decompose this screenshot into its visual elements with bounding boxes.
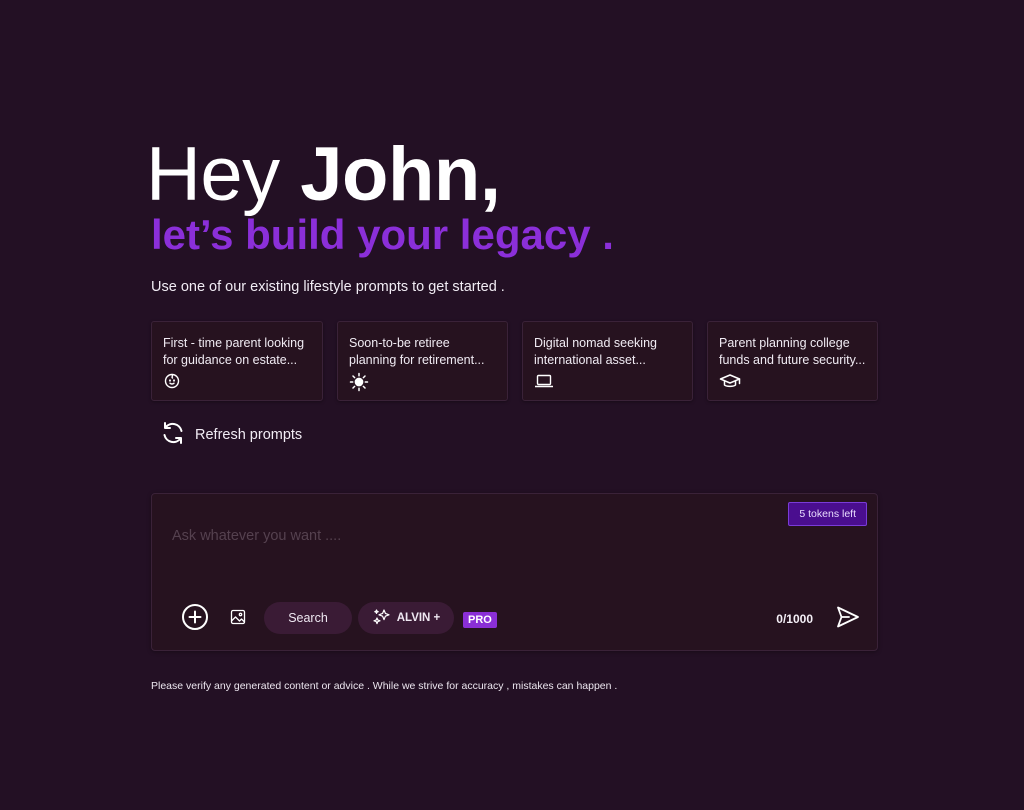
greeting-prefix: Hey [146, 132, 301, 217]
prompt-card-first-time-parent[interactable]: First - time parent looking for guidance… [151, 321, 323, 401]
accuracy-disclaimer: Please verify any generated content or a… [151, 680, 618, 692]
prompt-card-college-planning[interactable]: Parent planning college funds and future… [707, 321, 878, 401]
graduation-cap-icon [719, 372, 741, 390]
pro-badge: PRO [463, 612, 497, 628]
intro-text: Use one of our existing lifestyle prompt… [151, 279, 505, 295]
prompt-card-digital-nomad[interactable]: Digital nomad seeking international asse… [522, 321, 693, 401]
baby-face-icon [163, 372, 181, 390]
laptop-icon [534, 372, 553, 390]
user-name: John, [300, 132, 501, 217]
prompt-text: First - time parent looking for guidance… [163, 336, 305, 367]
alvin-plus-label: ALVIN + [396, 612, 441, 624]
ask-input[interactable] [172, 522, 732, 550]
alvin-plus-button[interactable]: ALVIN + [358, 602, 454, 634]
character-counter: 0/1000 [776, 612, 813, 626]
send-icon [835, 604, 861, 635]
sparkles-icon [372, 607, 392, 630]
add-image-button[interactable] [228, 609, 248, 629]
tagline: let’s build your legacy . [151, 211, 614, 258]
search-button[interactable]: Search [264, 602, 352, 634]
refresh-prompts-label: Refresh prompts [195, 427, 303, 443]
image-icon [230, 609, 246, 630]
add-circle-icon [181, 603, 209, 636]
chat-composer: 5 tokens left Search ALVIN [151, 493, 878, 651]
send-button[interactable] [833, 604, 863, 634]
prompt-text: Digital nomad seeking international asse… [534, 336, 657, 367]
add-attachment-button[interactable] [180, 603, 210, 636]
prompt-card-retiree[interactable]: Soon-to-be retiree planning for retireme… [337, 321, 508, 401]
refresh-icon [160, 420, 186, 451]
greeting-heading: Hey John, [146, 132, 501, 217]
tokens-left-badge: 5 tokens left [788, 502, 867, 526]
sun-icon [349, 372, 369, 392]
prompt-text: Parent planning college funds and future… [719, 336, 866, 367]
refresh-prompts-button[interactable]: Refresh prompts [160, 420, 303, 451]
prompt-text: Soon-to-be retiree planning for retireme… [349, 336, 485, 367]
